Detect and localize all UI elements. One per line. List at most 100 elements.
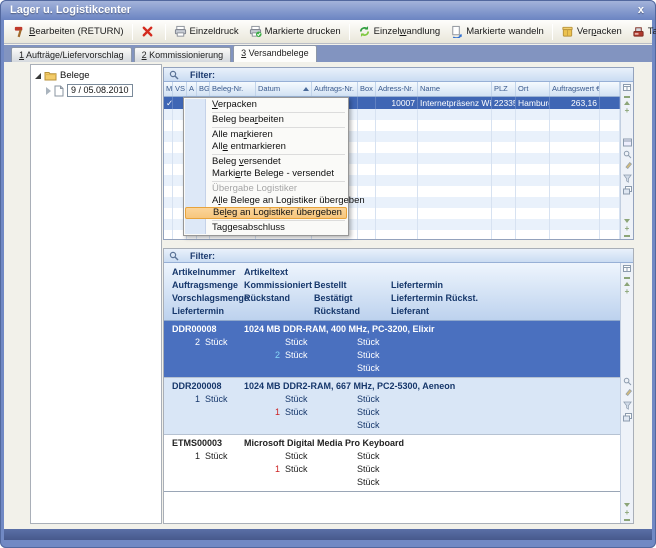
tab-strip: 1 Aufträge/Liefervorschlag 2 Kommissioni… xyxy=(11,45,317,62)
filter-bar[interactable]: Filter: xyxy=(164,68,633,82)
artikeltext: Microsoft Digital Media Pro Keyboard xyxy=(244,437,620,450)
scroll-down-icon[interactable] xyxy=(624,219,630,223)
column-header-auftragswert[interactable]: Auftragswert € xyxy=(550,82,600,96)
column-header-auftrags-nr[interactable]: Auftrags-Nr. xyxy=(312,82,358,96)
column-header-adress-nr[interactable]: Adress-Nr. xyxy=(376,82,418,96)
page-convert-icon xyxy=(450,25,463,38)
scroll-page-down-icon[interactable]: + xyxy=(625,226,630,232)
scroll-page-up-icon[interactable]: + xyxy=(625,108,630,114)
einzelwandlung-button[interactable]: Einzelwandlung xyxy=(353,23,446,40)
header-artikeltext: Artikeltext xyxy=(244,266,314,279)
search-icon[interactable] xyxy=(623,150,632,159)
menu-item-alle-belege-an-logistiker[interactable]: Alle Belege an Logistiker übergeben xyxy=(185,195,347,207)
column-header-ort[interactable]: Ort xyxy=(516,82,550,96)
column-header-plz[interactable]: PLZ xyxy=(492,82,516,96)
menu-item-verpacken[interactable]: Verpacken xyxy=(185,99,347,111)
column-chooser-icon[interactable] xyxy=(623,265,632,274)
expanded-arrow-icon[interactable] xyxy=(35,73,41,79)
red-x-icon xyxy=(141,25,154,38)
column-header-box[interactable]: Box xyxy=(358,82,376,96)
header-bestaetigt: Bestätigt xyxy=(314,292,391,305)
scroll-down-icon[interactable] xyxy=(624,503,630,507)
column-header-a[interactable]: A xyxy=(187,82,197,96)
window-title: Lager u. Logistikcenter xyxy=(10,4,131,16)
position-group-etms00003[interactable]: ETMS00003 Microsoft Digital Media Pro Ke… xyxy=(164,434,620,491)
scroll-bottom-icon[interactable] xyxy=(624,235,630,237)
menu-item-uebergabe-logistiker[interactable]: Übergabe Logistiker xyxy=(185,183,347,195)
search-icon[interactable] xyxy=(623,377,632,386)
scroll-page-down-icon[interactable]: + xyxy=(625,510,630,516)
toolbar-separator xyxy=(552,24,553,40)
scroll-page-up-icon[interactable]: + xyxy=(625,289,630,295)
scroll-up-icon[interactable] xyxy=(624,101,630,105)
menu-item-alle-markieren[interactable]: Alle markieren xyxy=(185,129,347,141)
toolbar-separator xyxy=(349,24,350,40)
column-header-vs[interactable]: VS xyxy=(173,82,187,96)
header-rueckstand: Rückstand xyxy=(244,292,314,305)
einzeldruck-button[interactable]: Einzeldruck xyxy=(169,23,244,40)
tree-node-belege[interactable]: Belege xyxy=(31,70,161,81)
cell-box xyxy=(358,97,376,109)
menu-item-beleg-versendet[interactable]: Beleg versendet xyxy=(185,156,347,168)
verpacken-button[interactable]: Verpacken xyxy=(556,23,627,40)
windows-icon[interactable] xyxy=(623,413,632,422)
close-icon[interactable]: x xyxy=(638,1,644,20)
column-header-m[interactable]: M xyxy=(164,82,173,96)
column-header-datum[interactable]: Datum xyxy=(256,82,312,96)
hammer-icon xyxy=(13,25,26,38)
tree-node-label: 9 / 05.08.2010 xyxy=(67,84,133,97)
search-icon xyxy=(169,251,179,261)
column-header-bg[interactable]: BG xyxy=(197,82,210,96)
column-header-beleg-nr[interactable]: Beleg-Nr. xyxy=(210,82,256,96)
artikeltext: 1024 MB DDR2-RAM, 667 MHz, PC2-5300, Aen… xyxy=(244,380,620,393)
position-group-ddr00008[interactable]: DDR00008 1024 MB DDR-RAM, 400 MHz, PC-32… xyxy=(164,321,620,377)
scroll-bottom-icon[interactable] xyxy=(624,519,630,521)
menu-separator xyxy=(212,127,345,128)
scroll-up-icon[interactable] xyxy=(624,282,630,286)
filter-label: Filter: xyxy=(190,251,215,261)
artikelnummer: ETMS00003 xyxy=(172,437,244,450)
tab-kommissionierung[interactable]: 2 Kommissionierung xyxy=(134,47,232,62)
header-rueckstand2: Rückstand xyxy=(314,305,391,318)
tree-node-beleg-9[interactable]: 9 / 05.08.2010 xyxy=(31,84,161,97)
edit-icon[interactable] xyxy=(623,162,632,171)
windows-icon[interactable] xyxy=(623,186,632,195)
header-kommissioniert: Kommissioniert xyxy=(244,279,314,292)
header-auftragsmenge: Auftragsmenge xyxy=(172,279,244,292)
folder-icon xyxy=(44,70,57,81)
table-side-toolbar: + + xyxy=(620,263,633,523)
tab-auftraege-liefervorschlag[interactable]: 1 Aufträge/Liefervorschlag xyxy=(11,47,132,62)
menu-item-markierte-belege-versendet[interactable]: Markierte Belege - versendet xyxy=(185,168,347,180)
edit-icon[interactable] xyxy=(623,389,632,398)
marked-check-icon[interactable]: ✓ xyxy=(164,97,173,109)
title-bar: Lager u. Logistikcenter x xyxy=(1,1,655,20)
header-liefertermin2: Liefertermin xyxy=(172,305,244,318)
filter-bar[interactable]: Filter: xyxy=(164,249,633,263)
scroll-top-icon[interactable] xyxy=(624,277,630,279)
toolbar-separator xyxy=(165,24,166,40)
position-group-ddr200008[interactable]: DDR200008 1024 MB DDR2-RAM, 667 MHz, PC2… xyxy=(164,377,620,434)
bearbeiten-button[interactable]: Bearbeiten (RETURN) xyxy=(8,23,129,40)
position-groups: DDR00008 1024 MB DDR-RAM, 400 MHz, PC-32… xyxy=(164,321,620,492)
scroll-top-icon[interactable] xyxy=(624,96,630,98)
card-view-icon[interactable] xyxy=(623,138,632,147)
filter-icon[interactable] xyxy=(623,401,632,410)
delete-button[interactable] xyxy=(136,23,162,40)
artikeltext: 1024 MB DDR-RAM, 400 MHz, PC-3200, Elixi… xyxy=(244,323,620,336)
sort-asc-icon xyxy=(303,87,309,91)
markierte-drucken-button[interactable]: Markierte drucken xyxy=(244,23,346,40)
tagesabschluss-button[interactable]: Tagesabschluss xyxy=(627,23,656,40)
menu-item-beleg-an-logistiker[interactable]: Beleg an Logistiker übergeben xyxy=(185,207,347,219)
column-header-name[interactable]: Name xyxy=(418,82,492,96)
window-bottom-strip xyxy=(4,529,652,540)
filter-icon[interactable] xyxy=(623,174,632,183)
artikelnummer: DDR00008 xyxy=(172,323,244,336)
collapsed-arrow-icon[interactable] xyxy=(46,87,51,95)
markierte-wandeln-button[interactable]: Markierte wandeln xyxy=(445,23,549,40)
filter-label: Filter: xyxy=(190,70,215,80)
menu-item-alle-entmarkieren[interactable]: Alle entmarkieren xyxy=(185,141,347,153)
column-chooser-icon[interactable] xyxy=(623,84,632,93)
menu-item-tagesabschluss[interactable]: Taggesabschluss xyxy=(185,222,347,234)
menu-item-beleg-bearbeiten[interactable]: Beleg bearbeiten xyxy=(185,114,347,126)
tab-versandbelege[interactable]: 3 Versandbelege xyxy=(233,45,317,62)
